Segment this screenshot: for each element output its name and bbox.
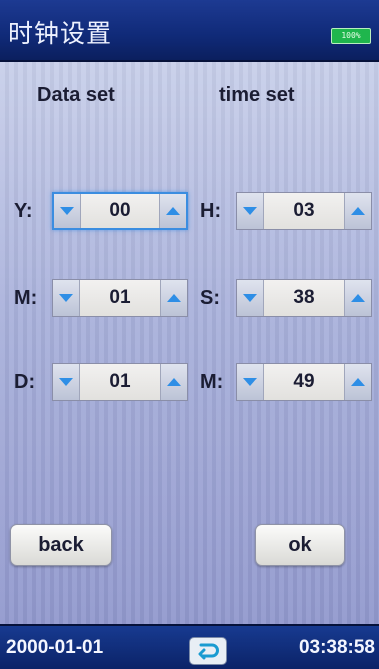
hour-decrement-button[interactable] (237, 193, 264, 229)
second-decrement-button[interactable] (237, 280, 264, 316)
app-title: 时钟设置 (8, 19, 113, 48)
screen: 时钟设置 100% Data set time set Y: 00 M: 01 … (0, 0, 379, 669)
arrow-down-icon (59, 378, 73, 386)
arrow-up-icon (166, 207, 180, 215)
minute-decrement-button[interactable] (237, 364, 264, 400)
year-decrement-button[interactable] (54, 194, 81, 228)
minute-label: M: (200, 371, 224, 393)
arrow-up-icon (351, 207, 365, 215)
day-value: 01 (109, 371, 131, 392)
day-decrement-button[interactable] (53, 364, 80, 400)
arrow-up-icon (351, 378, 365, 386)
status-time: 03:38:58 (298, 637, 375, 658)
arrow-down-icon (243, 378, 257, 386)
status-bar: 2000-01-01 03:38:58 (0, 624, 379, 669)
second-value: 38 (293, 287, 315, 308)
return-arrow-icon (198, 643, 219, 660)
month-value: 01 (109, 287, 131, 308)
year-label: Y: (14, 200, 33, 222)
month-decrement-button[interactable] (53, 280, 80, 316)
second-spinner[interactable]: 38 (236, 279, 372, 317)
return-icon[interactable] (189, 637, 227, 665)
arrow-up-icon (167, 378, 181, 386)
arrow-up-icon (351, 294, 365, 302)
second-label: S: (200, 287, 220, 309)
date-set-heading: Data set (37, 84, 115, 106)
minute-value: 49 (293, 371, 315, 392)
battery-icon: 100% (331, 28, 371, 44)
ok-button[interactable]: ok (255, 524, 345, 566)
hour-spinner[interactable]: 03 (236, 192, 372, 230)
year-value: 00 (109, 200, 131, 221)
day-label: D: (14, 371, 36, 393)
arrow-down-icon (59, 294, 73, 302)
arrow-down-icon (60, 207, 74, 215)
hour-value: 03 (293, 200, 315, 221)
year-increment-button[interactable] (159, 194, 186, 228)
title-bar: 时钟设置 100% (0, 0, 379, 62)
month-increment-button[interactable] (160, 280, 187, 316)
month-label: M: (14, 287, 38, 309)
hour-increment-button[interactable] (344, 193, 371, 229)
day-increment-button[interactable] (160, 364, 187, 400)
arrow-down-icon (243, 294, 257, 302)
hour-label: H: (200, 200, 222, 222)
second-increment-button[interactable] (344, 280, 371, 316)
back-button[interactable]: back (10, 524, 112, 566)
status-date: 2000-01-01 (6, 637, 104, 658)
minute-spinner[interactable]: 49 (236, 363, 372, 401)
minute-increment-button[interactable] (344, 364, 371, 400)
arrow-down-icon (243, 207, 257, 215)
day-spinner[interactable]: 01 (52, 363, 188, 401)
month-spinner[interactable]: 01 (52, 279, 188, 317)
arrow-up-icon (167, 294, 181, 302)
time-set-heading: time set (219, 84, 295, 106)
year-spinner[interactable]: 00 (52, 192, 188, 230)
